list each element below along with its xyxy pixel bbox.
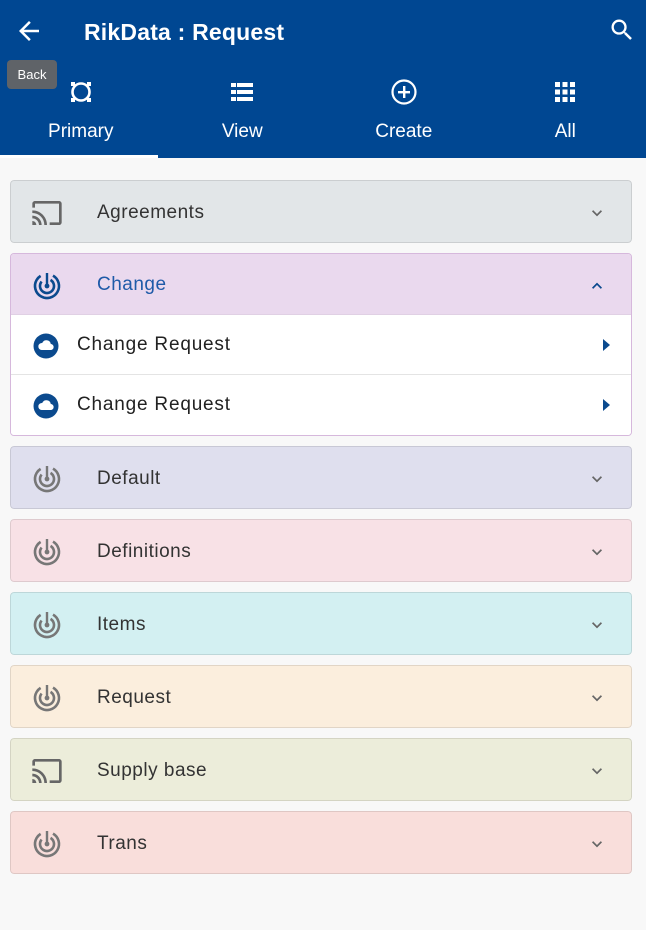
tab-label: Create [375, 121, 433, 142]
group-header-agreements[interactable]: Agreements [10, 180, 632, 243]
group-label: Definitions [97, 541, 192, 562]
radar-icon [33, 465, 61, 493]
group-label: Agreements [97, 202, 205, 223]
group-header-definitions[interactable]: Definitions [10, 519, 632, 582]
chevron-down-icon [592, 695, 602, 702]
group-label: Change [97, 274, 167, 295]
chevron-down-icon [592, 549, 602, 556]
list-item-label: Change Request [77, 394, 231, 415]
arrow-right-icon [603, 399, 610, 411]
chevron-up-icon [592, 282, 602, 289]
group-definitions: Definitions [10, 519, 632, 582]
tab-label: All [554, 121, 576, 142]
cloud-icon [33, 393, 59, 419]
group-label: Request [97, 687, 172, 708]
tab-label: Primary [48, 121, 114, 142]
back-tooltip: Back [7, 60, 57, 89]
chevron-down-icon [592, 768, 602, 775]
list-item-change-request[interactable]: Change Request [11, 315, 631, 375]
group-label: Items [97, 614, 146, 635]
list-item-label: Change Request [77, 334, 231, 355]
group-default: Default [10, 446, 632, 509]
app-bar: RikData : Request Primary View Create Al… [0, 0, 646, 158]
radar-icon [33, 830, 61, 858]
list-view-icon [231, 83, 254, 101]
group-request: Request [10, 665, 632, 728]
group-header-trans[interactable]: Trans [10, 811, 632, 874]
group-label: Supply base [97, 760, 208, 781]
tab-view[interactable]: View [162, 70, 324, 158]
apps-grid-icon [555, 82, 576, 102]
radar-icon [33, 611, 61, 639]
add-circle-icon [391, 79, 417, 105]
group-label: Default [97, 468, 161, 489]
primary-ring-icon [70, 82, 91, 102]
tab-create[interactable]: Create [323, 70, 485, 158]
radar-icon [33, 684, 61, 712]
list-item-change-request[interactable]: Change Request [11, 375, 631, 435]
chevron-down-icon [592, 210, 602, 217]
group-header-request[interactable]: Request [10, 665, 632, 728]
group-items: Items [10, 592, 632, 655]
cast-icon [32, 201, 62, 225]
page-title: RikData : Request [84, 19, 285, 45]
search-icon [611, 19, 632, 40]
group-header-default[interactable]: Default [10, 446, 632, 509]
group-change: Change Change Request Change Request [10, 253, 632, 436]
radar-icon [33, 538, 61, 566]
cast-icon [32, 759, 62, 783]
group-list: Agreements Change Change Request Change … [10, 180, 632, 884]
tab-label: View [221, 121, 263, 142]
group-header-items[interactable]: Items [10, 592, 632, 655]
group-trans: Trans [10, 811, 632, 874]
arrow-back-icon [19, 21, 39, 41]
arrow-right-icon [603, 339, 610, 351]
chevron-down-icon [592, 476, 602, 483]
group-header-supply-base[interactable]: Supply base [10, 738, 632, 801]
group-label: Trans [97, 833, 148, 854]
chevron-down-icon [592, 622, 602, 629]
chevron-down-icon [592, 841, 602, 848]
cloud-icon [33, 333, 59, 359]
group-supply-base: Supply base [10, 738, 632, 801]
group-agreements: Agreements [10, 180, 632, 243]
radar-icon [33, 272, 61, 300]
tab-all[interactable]: All [485, 70, 646, 158]
back-button[interactable] [14, 16, 44, 46]
tab-bar: Primary View Create All [0, 70, 646, 158]
search-button[interactable] [608, 16, 636, 44]
group-header-change[interactable]: Change [11, 254, 631, 315]
